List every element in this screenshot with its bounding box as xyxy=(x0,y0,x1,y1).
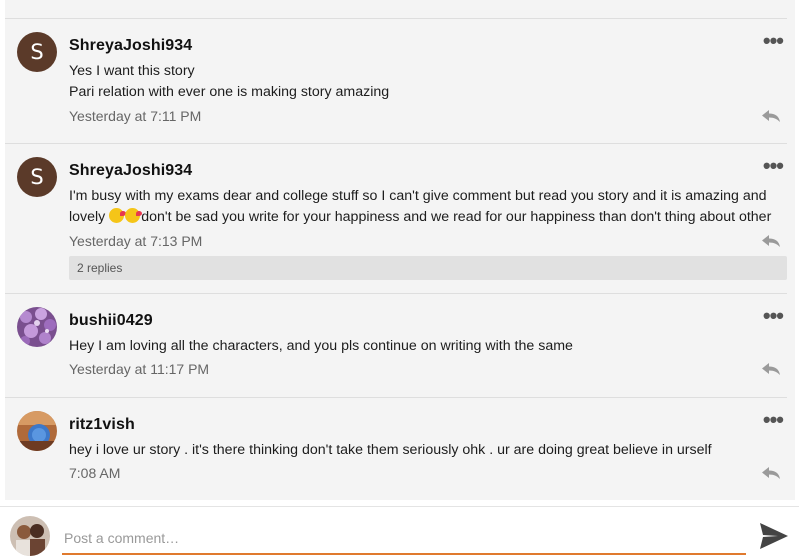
comment-input[interactable] xyxy=(62,523,746,555)
user-avatar[interactable] xyxy=(17,307,57,347)
comment-username[interactable]: ShreyaJoshi934 xyxy=(69,37,192,55)
comment-timestamp: Yesterday at 7:11 PM xyxy=(69,108,202,124)
comment-text-line: Yes I want this story xyxy=(69,63,195,79)
kiss-emoji-icon xyxy=(125,208,143,223)
comment-item: bushii0429 ••• Hey I am loving all the c… xyxy=(5,294,787,398)
more-options-icon[interactable]: ••• xyxy=(763,155,784,177)
user-avatar[interactable]: S xyxy=(17,157,57,197)
comment-text-rest: don't be sad you write for your happines… xyxy=(141,209,772,225)
comment-text-line: Hey I am loving all the characters, and … xyxy=(69,338,573,354)
comment-username[interactable]: ritz1vish xyxy=(69,416,135,434)
more-options-icon[interactable]: ••• xyxy=(763,30,784,52)
comment-text: hey i love ur story . it's there thinkin… xyxy=(69,440,781,461)
view-replies-button[interactable]: 2 replies xyxy=(69,256,787,280)
comment-text-line: lovely don't be sad you write for your h… xyxy=(69,207,781,228)
comment-username[interactable]: bushii0429 xyxy=(69,312,153,330)
send-icon[interactable] xyxy=(758,521,790,551)
comment-username[interactable]: ShreyaJoshi934 xyxy=(69,162,192,180)
comment-item: S ShreyaJoshi934 ••• I'm busy with my ex… xyxy=(5,144,787,294)
reply-icon[interactable] xyxy=(761,362,781,376)
reply-icon[interactable] xyxy=(761,109,781,123)
comment-text-line: Pari relation with ever one is making st… xyxy=(69,84,390,100)
comment-text: Yes I want this story Pari relation with… xyxy=(69,61,781,103)
kiss-emoji-icon xyxy=(109,208,127,223)
more-options-icon[interactable]: ••• xyxy=(763,409,784,431)
reply-icon[interactable] xyxy=(761,466,781,480)
comment-timestamp: 7:08 AM xyxy=(69,465,121,481)
current-user-avatar[interactable] xyxy=(10,516,50,556)
comment-composer xyxy=(0,506,799,557)
comment-text: I'm busy with my exams dear and college … xyxy=(69,186,781,228)
more-options-icon[interactable]: ••• xyxy=(763,305,784,327)
comment-text: Hey I am loving all the characters, and … xyxy=(69,336,781,357)
comments-page: S ShreyaJoshi934 ••• Yes I want this sto… xyxy=(0,0,799,557)
comment-timestamp: Yesterday at 11:17 PM xyxy=(69,361,210,377)
comment-timestamp: Yesterday at 7:13 PM xyxy=(69,233,203,249)
previous-comment-edge xyxy=(5,0,787,19)
reply-icon[interactable] xyxy=(761,234,781,248)
comment-text-line: I'm busy with my exams dear and college … xyxy=(69,188,767,204)
comment-item: ritz1vish ••• hey i love ur story . it's… xyxy=(5,398,787,500)
couple-avatar-image xyxy=(10,516,50,556)
flowers-avatar-image xyxy=(17,307,57,347)
comment-item: S ShreyaJoshi934 ••• Yes I want this sto… xyxy=(5,19,787,144)
landscape-avatar-image xyxy=(17,411,57,451)
user-avatar[interactable] xyxy=(17,411,57,451)
user-avatar[interactable]: S xyxy=(17,32,57,72)
comment-text-line: hey i love ur story . it's there thinkin… xyxy=(69,442,712,458)
comment-text-prefix: lovely xyxy=(69,209,110,225)
